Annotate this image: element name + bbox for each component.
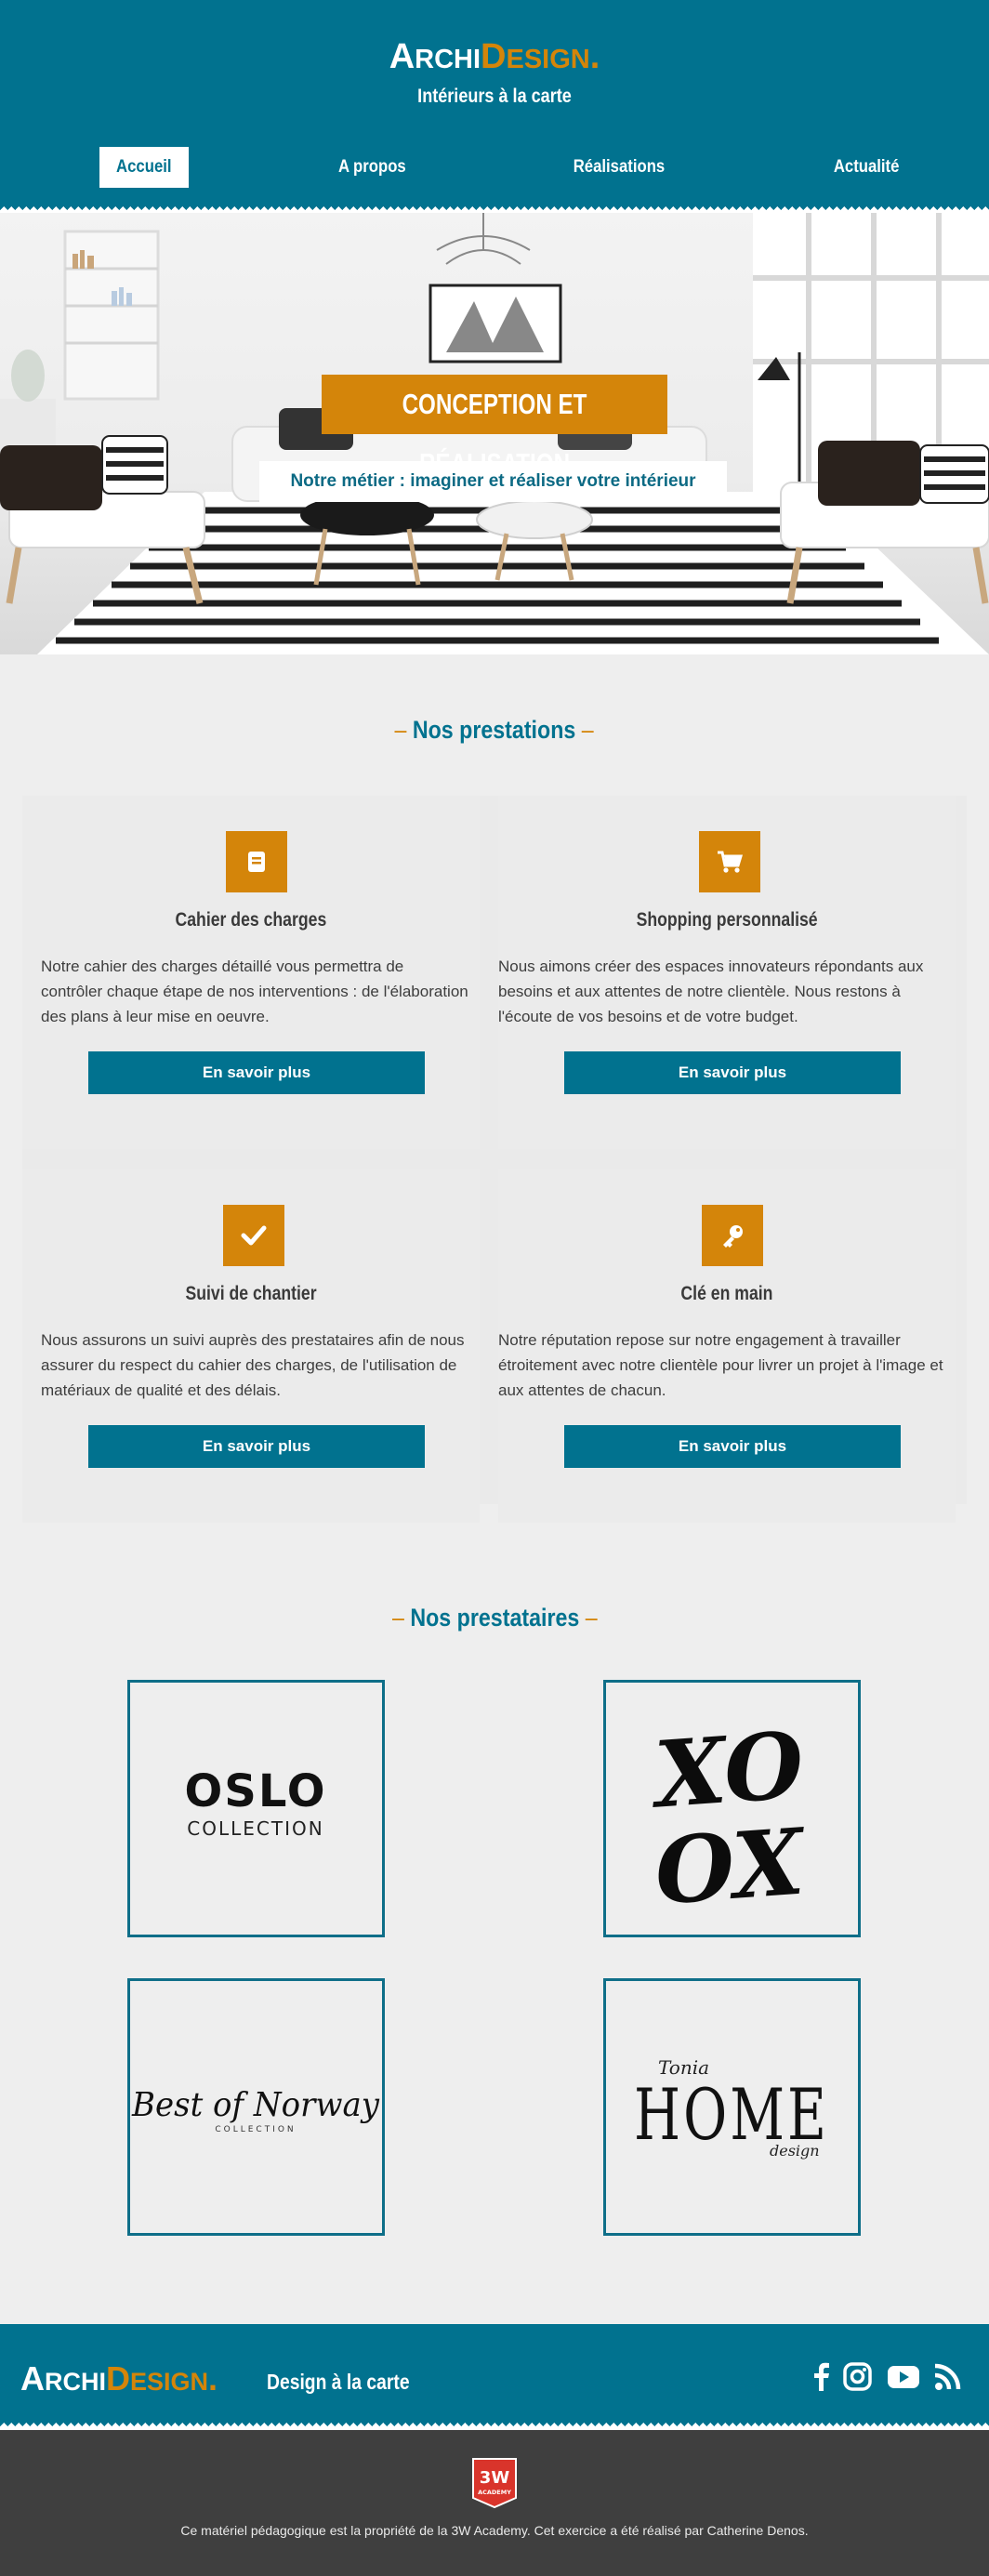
partner-subname: COLLECTION [187, 1817, 323, 1840]
site-header: ARCHIDESIGN. Intérieurs à la carte Accue… [0, 0, 989, 212]
partner-logo-oslo[interactable]: OSLO COLLECTION [127, 1680, 385, 1937]
youtube-icon[interactable] [885, 2361, 922, 2393]
nav-item-a-propos[interactable]: A propos [325, 147, 418, 188]
main-nav: Accueil A propos Réalisations Actualité [0, 147, 989, 188]
svg-text:3W: 3W [480, 2468, 510, 2488]
partner-subname: COLLECTION [215, 2125, 296, 2134]
rss-icon[interactable] [931, 2361, 965, 2393]
footer-zigzag-border [0, 2423, 989, 2430]
service-card-cahier-des-charges: Cahier des charges Notre cahier des char… [22, 796, 480, 1149]
service-description: Nous assurons un suivi auprès des presta… [41, 1331, 465, 1399]
academy-badge-icon: 3W ACADEMY [471, 2457, 518, 2509]
nav-item-realisations[interactable]: Réalisations [563, 147, 675, 188]
key-icon [702, 1205, 763, 1266]
facebook-icon[interactable] [805, 2361, 838, 2393]
service-card-shopping: Shopping personnalisé Nous aimons créer … [498, 796, 956, 1149]
svg-text:ACADEMY: ACADEMY [478, 2489, 511, 2496]
hero-subtitle: Notre métier : imaginer et réaliser votr… [259, 461, 727, 502]
partner-name: OSLO [184, 1765, 326, 1817]
services-section-title: – Nos prestations – [394, 716, 595, 744]
learn-more-button[interactable]: En savoir plus [564, 1425, 901, 1468]
footer-tagline: Design à la carte [267, 2370, 410, 2394]
site-tagline: Intérieurs à la carte [417, 86, 572, 107]
service-title: Clé en main [680, 1283, 773, 1304]
copyright-text: Ce matériel pédagogique est la propriété… [180, 2523, 809, 2538]
service-description: Notre réputation repose sur notre engage… [498, 1331, 943, 1399]
service-card-cle-en-main: Clé en main Notre réputation repose sur … [498, 1169, 956, 1523]
hero-banner: CONCEPTION ET RÉALISATION Notre métier :… [0, 213, 989, 654]
services-panel: Cahier des charges Notre cahier des char… [22, 796, 967, 1523]
partner-logo-xoox[interactable]: XO OX [603, 1680, 861, 1937]
site-footer: ARCHIDESIGN. Design à la carte [0, 2324, 989, 2428]
check-icon [223, 1205, 284, 1266]
partner-subname: OX [652, 1808, 811, 1925]
nav-item-actualite[interactable]: Actualité [818, 147, 915, 188]
hero-title: CONCEPTION ET RÉALISATION [322, 375, 667, 480]
partners-section-title: – Nos prestataires – [391, 1604, 598, 1631]
learn-more-button[interactable]: En savoir plus [88, 1051, 425, 1094]
learn-more-button[interactable]: En savoir plus [88, 1425, 425, 1468]
instagram-icon[interactable] [840, 2361, 874, 2393]
cart-icon [699, 831, 760, 892]
learn-more-button[interactable]: En savoir plus [564, 1051, 901, 1094]
site-logo[interactable]: ARCHIDESIGN. [0, 37, 989, 77]
partner-script-bottom: design [770, 2142, 820, 2160]
footer-logo[interactable]: ARCHIDESIGN. [20, 2359, 218, 2398]
partner-name: Best of Norway [131, 2086, 380, 2124]
service-title: Cahier des charges [175, 909, 327, 931]
footer-legal: 3W ACADEMY Ce matériel pédagogique est l… [0, 2430, 989, 2576]
service-title: Suivi de chantier [185, 1283, 317, 1304]
nav-item-accueil[interactable]: Accueil [99, 147, 189, 188]
book-icon [226, 831, 287, 892]
service-description: Nous aimons créer des espaces innovateur… [498, 958, 924, 1025]
service-title: Shopping personnalisé [636, 909, 818, 931]
partner-logo-best-of-norway[interactable]: Best of Norway COLLECTION [127, 1978, 385, 2236]
service-description: Notre cahier des charges détaillé vous p… [41, 958, 468, 1025]
service-card-suivi-de-chantier: Suivi de chantier Nous assurons un suivi… [22, 1169, 480, 1523]
partner-logo-tonia-home[interactable]: Tonia HOME design [603, 1978, 861, 2236]
